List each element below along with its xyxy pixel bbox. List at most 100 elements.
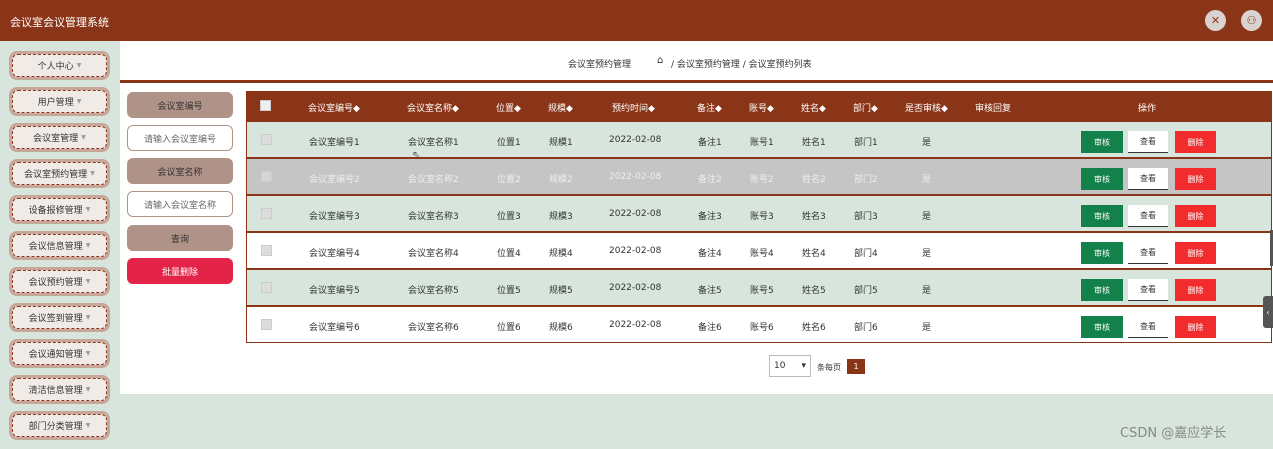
- chevron-down-icon: ▼: [76, 98, 82, 105]
- cell-department: 部门4: [854, 249, 878, 259]
- col-department[interactable]: 部门◆: [853, 101, 878, 114]
- table-row[interactable]: 会议室编号6 会议室名称6 位置6 规模6 2022-02-08 备注6 账号6…: [246, 306, 1272, 343]
- sidebar-item-cleaning-info[interactable]: 清洁信息管理 ▼: [9, 375, 110, 404]
- cell-account: 账号5: [750, 286, 774, 296]
- cell-scale: 规模3: [549, 212, 573, 222]
- cell-booking-time: 2022-02-08: [609, 135, 662, 145]
- query-button[interactable]: 查询: [127, 225, 233, 251]
- row-checkbox[interactable]: [261, 319, 272, 330]
- col-name[interactable]: 姓名◆: [801, 101, 826, 114]
- view-button[interactable]: 查看: [1128, 242, 1168, 264]
- sidebar-item-room-booking[interactable]: 会议室预约管理 ▼: [9, 159, 110, 188]
- room-name-input[interactable]: 请输入会议室名称: [127, 191, 233, 217]
- sidebar-item-equipment-repair[interactable]: 设备报修管理 ▼: [9, 195, 110, 224]
- batch-delete-button[interactable]: 批量删除: [127, 258, 233, 284]
- top-header: 会议室会议管理系统 ✕ ⚇: [0, 0, 1273, 41]
- audit-button[interactable]: 审核: [1081, 131, 1123, 153]
- fullscreen-icon[interactable]: ✕: [1205, 10, 1226, 31]
- cell-remark: 备注3: [698, 212, 722, 222]
- cell-account: 账号4: [750, 249, 774, 259]
- table-row[interactable]: 会议室编号2 会议室名称2 位置2 规模2 2022-02-08 备注2 账号2…: [246, 158, 1272, 195]
- page-number-button[interactable]: 1: [847, 359, 865, 374]
- cell-scale: 规模6: [549, 323, 573, 333]
- delete-button[interactable]: 删除: [1175, 131, 1216, 153]
- select-all-checkbox[interactable]: [260, 100, 271, 111]
- audit-button[interactable]: 审核: [1081, 316, 1123, 338]
- chevron-down-icon: ▼: [85, 206, 91, 213]
- home-icon[interactable]: ⌂: [657, 55, 663, 66]
- delete-button[interactable]: 删除: [1175, 242, 1216, 264]
- cell-name: 姓名4: [802, 249, 826, 259]
- chevron-down-icon: ▼: [90, 170, 95, 177]
- page-size-value: 10: [774, 361, 786, 371]
- cell-name: 姓名5: [802, 286, 826, 296]
- table-row[interactable]: 会议室编号3 会议室名称3 位置3 规模3 2022-02-08 备注3 账号3…: [246, 195, 1272, 232]
- col-room-number[interactable]: 会议室编号◆: [308, 101, 360, 114]
- audit-button[interactable]: 审核: [1081, 168, 1123, 190]
- collapse-panel-icon[interactable]: ‹: [1263, 296, 1273, 328]
- watermark: CSDN @嘉应学长: [1120, 426, 1227, 441]
- sidebar-item-personal-center[interactable]: 个人中心 ▼: [9, 51, 110, 80]
- view-button[interactable]: 查看: [1128, 168, 1168, 190]
- chevron-down-icon: ▾: [801, 361, 806, 371]
- cell-name: 姓名1: [802, 138, 826, 148]
- cell-booking-time: 2022-02-08: [609, 172, 662, 182]
- mouse-cursor-icon: ⇖: [412, 150, 421, 161]
- audit-button[interactable]: 审核: [1081, 279, 1123, 301]
- table-row[interactable]: 会议室编号4 会议室名称4 位置4 规模4 2022-02-08 备注4 账号4…: [246, 232, 1272, 269]
- col-room-name[interactable]: 会议室名称◆: [407, 101, 459, 114]
- cell-department: 部门1: [854, 138, 878, 148]
- cell-location: 位置2: [497, 175, 521, 185]
- sidebar-item-department-category[interactable]: 部门分类管理 ▼: [9, 411, 110, 440]
- user-icon[interactable]: ⚇: [1241, 10, 1262, 31]
- row-checkbox[interactable]: [261, 245, 272, 256]
- col-account[interactable]: 账号◆: [749, 101, 774, 114]
- cell-department: 部门5: [854, 286, 878, 296]
- col-scale[interactable]: 规模◆: [548, 101, 573, 114]
- sidebar: 个人中心 ▼ 用户管理 ▼ 会议室管理 ▼ 会议室预约管理 ▼ 设备报修管理 ▼ 会议信息…: [0, 41, 120, 449]
- cell-is-audited: 是: [922, 175, 932, 185]
- sidebar-item-meeting-booking[interactable]: 会议预约管理 ▼: [9, 267, 110, 296]
- view-button[interactable]: 查看: [1128, 279, 1168, 301]
- sidebar-item-label: 会议信息管理: [28, 242, 83, 252]
- delete-button[interactable]: 删除: [1175, 205, 1216, 227]
- cell-booking-time: 2022-02-08: [609, 246, 662, 256]
- view-button[interactable]: 查看: [1128, 316, 1168, 338]
- cell-account: 账号1: [750, 138, 774, 148]
- content-footer: [120, 394, 1273, 449]
- table-row[interactable]: 会议室编号1 会议室名称1 位置1 规模1 2022-02-08 备注1 账号1…: [246, 121, 1272, 158]
- sidebar-item-meeting-notice[interactable]: 会议通知管理 ▼: [9, 339, 110, 368]
- delete-button[interactable]: 删除: [1175, 168, 1216, 190]
- col-is-audited[interactable]: 是否审核◆: [905, 101, 948, 114]
- chevron-down-icon: ▼: [76, 62, 82, 69]
- sidebar-item-label: 会议室管理: [33, 134, 79, 144]
- sidebar-item-meeting-info[interactable]: 会议信息管理 ▼: [9, 231, 110, 260]
- table-row[interactable]: 会议室编号5 会议室名称5 位置5 规模5 2022-02-08 备注5 账号5…: [246, 269, 1272, 306]
- cell-booking-time: 2022-02-08: [609, 283, 662, 293]
- delete-button[interactable]: 删除: [1175, 316, 1216, 338]
- col-location[interactable]: 位置◆: [496, 101, 521, 114]
- sidebar-item-room-management[interactable]: 会议室管理 ▼: [9, 123, 110, 152]
- sidebar-item-user-management[interactable]: 用户管理 ▼: [9, 87, 110, 116]
- sidebar-item-meeting-checkin[interactable]: 会议签到管理 ▼: [9, 303, 110, 332]
- room-number-input[interactable]: 请输入会议室编号: [127, 125, 233, 151]
- cell-scale: 规模1: [549, 138, 573, 148]
- view-button[interactable]: 查看: [1128, 205, 1168, 227]
- col-booking-time[interactable]: 预约时间◆: [612, 101, 655, 114]
- audit-button[interactable]: 审核: [1081, 242, 1123, 264]
- row-checkbox[interactable]: [261, 171, 272, 182]
- row-checkbox[interactable]: [261, 208, 272, 219]
- cell-name: 姓名6: [802, 323, 826, 333]
- chevron-down-icon: ▼: [81, 134, 86, 141]
- cell-room-name: 会议室名称5: [408, 286, 459, 296]
- sidebar-item-label: 部门分类管理: [28, 422, 83, 432]
- breadcrumb-path: / 会议室预约管理 / 会议室预约列表: [671, 60, 812, 70]
- view-button[interactable]: 查看: [1128, 131, 1168, 153]
- audit-button[interactable]: 审核: [1081, 205, 1123, 227]
- row-checkbox[interactable]: [261, 282, 272, 293]
- cell-location: 位置4: [497, 249, 521, 259]
- col-remark[interactable]: 备注◆: [697, 101, 722, 114]
- row-checkbox[interactable]: [261, 134, 272, 145]
- page-size-select[interactable]: 10 ▾: [769, 355, 811, 377]
- delete-button[interactable]: 删除: [1175, 279, 1216, 301]
